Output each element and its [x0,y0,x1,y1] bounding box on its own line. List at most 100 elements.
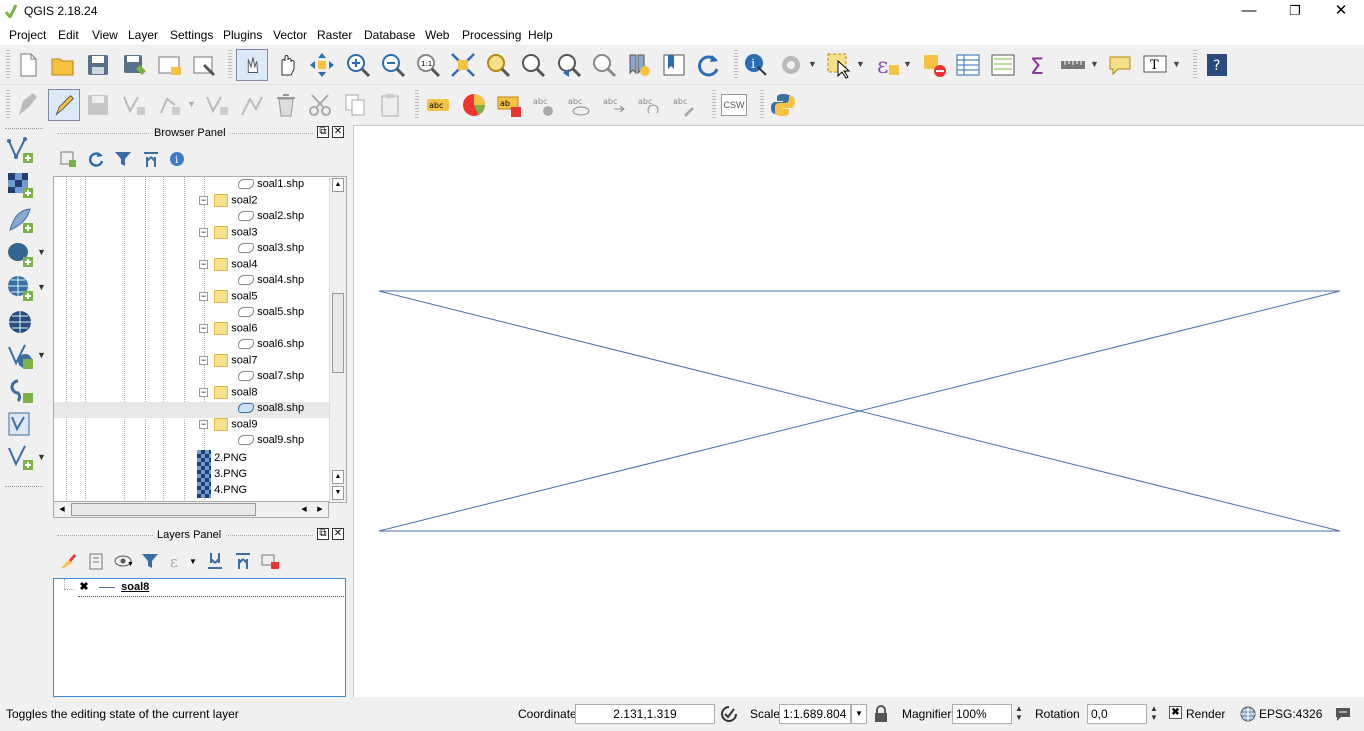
collapse-icon[interactable]: − [199,228,208,237]
filter-browser-icon[interactable] [113,149,133,169]
add-group-icon[interactable] [86,551,106,571]
statistical-summary-icon[interactable]: Σ [1024,51,1052,79]
map-canvas[interactable] [353,125,1364,697]
new-shapefile-layer-icon[interactable] [6,410,34,438]
zoom-native-icon[interactable]: 1:1 [414,51,442,79]
save-project-icon[interactable] [84,51,112,79]
messages-icon[interactable] [1334,706,1352,722]
browser-item[interactable]: soal1.shp [238,178,304,194]
add-spatialite-layer-icon[interactable] [6,206,34,234]
toolbar-grip[interactable] [760,90,764,120]
menu-raster[interactable]: Raster [317,28,352,42]
menu-vector[interactable]: Vector [273,28,307,42]
measure-dropdown-arrow-icon[interactable]: ▼ [1090,59,1099,69]
menu-web[interactable]: Web [425,28,449,42]
scroll-up-icon[interactable]: ▲ [332,178,344,192]
browser-horizontal-scrollbar[interactable]: ◀ ◀ ▶ [53,501,329,518]
close-panel-icon[interactable]: ✕ [332,528,344,540]
pan-to-selection-icon[interactable] [308,51,336,79]
show-bookmarks-icon[interactable] [660,51,688,79]
remove-layer-icon[interactable] [260,551,280,571]
collapse-all-layers-icon[interactable] [233,551,253,571]
copy-features-icon[interactable] [341,91,369,119]
scale-field[interactable]: 1:1.689.804 [779,704,851,724]
browser-item[interactable]: − soal2 [199,194,257,210]
layer-diagram-options-icon[interactable] [460,91,488,119]
help-icon[interactable]: ? [1203,51,1231,79]
toolbar-grip[interactable] [6,90,10,120]
browser-vertical-scrollbar[interactable]: ▲ ▲ ▼ [329,177,346,502]
field-calculator-icon[interactable] [989,51,1017,79]
new-print-composer-icon[interactable] [155,51,183,79]
menu-processing[interactable]: Processing [462,28,521,42]
toolbar-grip[interactable] [415,90,419,120]
crs-globe-icon[interactable] [1240,706,1256,722]
toolbar-grip[interactable] [5,486,43,487]
browser-item[interactable]: − soal7 [199,354,257,370]
browser-panel-header[interactable]: Browser Panel ⧉ ✕ [53,125,347,141]
collapse-icon[interactable]: − [199,420,208,429]
expression-dropdown-arrow-icon[interactable]: ▼ [903,59,912,69]
rotation-field[interactable]: 0,0 [1087,704,1147,724]
map-tips-icon[interactable] [1106,51,1134,79]
cut-features-icon[interactable] [306,91,334,119]
scroll-left-icon[interactable]: ◀ [297,503,311,516]
new-spatial-bookmark-icon[interactable] [625,51,653,79]
browser-item[interactable]: soal4.shp [238,274,304,290]
scroll-down-icon[interactable]: ▼ [332,486,344,500]
open-project-icon[interactable] [49,51,77,79]
change-label-icon[interactable]: abc [670,91,698,119]
select-dropdown-arrow-icon[interactable]: ▼ [856,59,865,69]
scroll-right-icon[interactable]: ▶ [313,503,327,516]
csw-icon[interactable]: CSW [721,94,747,116]
open-layer-styling-icon[interactable] [58,551,78,571]
rotate-label-icon[interactable]: abc [635,91,663,119]
toolbar-grip[interactable] [6,50,10,80]
expand-all-icon[interactable] [205,551,225,571]
collapse-icon[interactable]: − [199,356,208,365]
collapse-icon[interactable]: − [199,196,208,205]
layers-panel-header[interactable]: Layers Panel ⧉ ✕ [53,527,347,543]
coordinate-field[interactable]: 2.131,1.319 [575,704,715,724]
browser-item[interactable]: 2.PNG [197,450,247,466]
browser-item[interactable]: 3.PNG [197,466,247,482]
scroll-up-icon[interactable]: ▲ [332,470,344,484]
select-features-icon[interactable] [825,51,853,79]
menu-layer[interactable]: Layer [128,28,158,42]
zoom-full-icon[interactable] [449,51,477,79]
collapse-icon[interactable]: − [199,388,208,397]
touch-zoom-icon[interactable] [274,51,302,79]
save-as-icon[interactable] [120,51,148,79]
add-wcs-layer-icon[interactable] [6,308,34,336]
move-label-icon[interactable]: abc [600,91,628,119]
add-wms-layer-icon[interactable] [6,274,34,302]
menu-view[interactable]: View [92,28,118,42]
render-checkbox[interactable]: ✖ [1169,706,1182,719]
toolbar-grip[interactable] [734,50,738,80]
collapse-all-icon[interactable] [141,149,161,169]
crs-label[interactable]: EPSG:4326 [1259,707,1322,721]
identify-features-icon[interactable]: i [742,51,770,79]
add-raster-layer-icon[interactable] [6,171,34,199]
vertex-tool-icon[interactable] [238,91,266,119]
add-postgis-layer-icon[interactable] [6,240,34,268]
lock-scale-icon[interactable] [873,705,889,723]
text-annotation-icon[interactable]: T [1141,51,1169,79]
zoom-out-icon[interactable] [379,51,407,79]
wms-dropdown-arrow-icon[interactable]: ▼ [37,282,46,292]
add-feature-icon[interactable] [120,91,148,119]
close-button[interactable]: ✕ [1318,0,1364,24]
menu-settings[interactable]: Settings [170,28,213,42]
menu-database[interactable]: Database [364,28,415,42]
measure-line-icon[interactable] [1059,51,1087,79]
float-panel-icon[interactable]: ⧉ [317,528,329,540]
browser-item[interactable]: soal3.shp [238,242,304,258]
zoom-in-icon[interactable] [344,51,372,79]
scrollbar-thumb[interactable] [332,293,344,373]
scale-dropdown-arrow-icon[interactable]: ▼ [851,704,867,724]
collapse-icon[interactable]: − [199,292,208,301]
highlight-pinned-labels-icon[interactable]: ab [495,91,523,119]
python-console-icon[interactable] [769,91,797,119]
paste-features-icon[interactable] [376,91,404,119]
zoom-to-layer-icon[interactable] [519,51,547,79]
